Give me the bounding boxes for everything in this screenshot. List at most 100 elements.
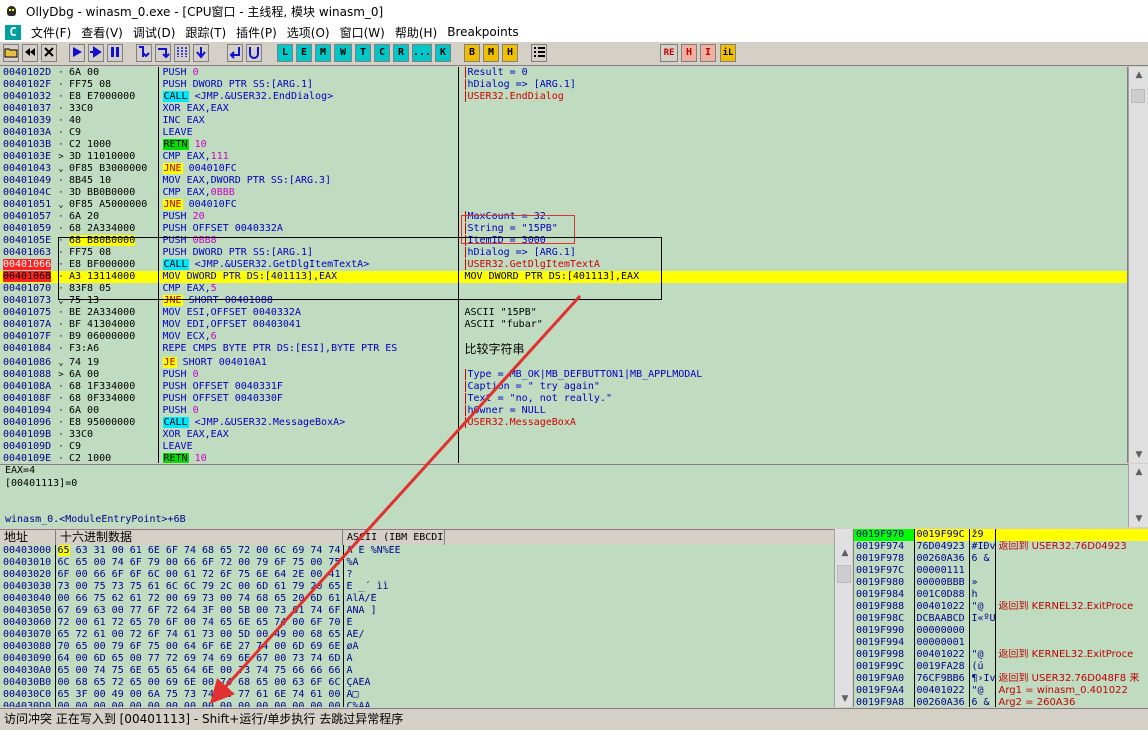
disasm-instruction[interactable]: PUSH 0BB8 <box>157 235 458 247</box>
disasm-address[interactable]: 0040105E <box>0 235 55 247</box>
stack-address[interactable]: 0019F978 <box>854 553 914 565</box>
disasm-row[interactable]: 0040102F · FF75 08 PUSH DWORD PTR SS:[ARG.1… <box>0 79 1127 91</box>
step-into-icon[interactable] <box>136 44 152 62</box>
dump-hex-bytes[interactable]: 00 68 65 72 65 00 69 6E 00 74 68 65 00 6… <box>54 677 343 689</box>
stack-address[interactable]: 0019F994 <box>854 637 914 649</box>
disasm-instruction[interactable]: CMP EAX,5 <box>157 283 458 295</box>
dump-row[interactable]: 00403040 00 66 75 62 61 72 00 69 73 00 74… <box>0 593 443 605</box>
disasm-instruction[interactable]: MOV ECX,6 <box>157 331 458 343</box>
dump-hex-bytes[interactable]: 67 69 63 00 77 6F 72 64 3F 00 5B 00 73 6… <box>54 605 343 617</box>
menu-plugins[interactable]: 插件(P) <box>231 24 282 41</box>
disasm-row[interactable]: 00401059 · 68 2A334000 PUSH OFFSET 0040332A… <box>0 223 1127 235</box>
disasm-address[interactable]: 0040109B <box>0 429 55 441</box>
call-stack-window-button[interactable]: K <box>435 44 451 62</box>
disasm-address[interactable]: 00401063 <box>0 247 55 259</box>
dump-hex-bytes[interactable]: 64 00 6D 65 00 77 72 69 74 69 6E 67 00 7… <box>54 653 343 665</box>
dump-row[interactable]: 00403030 73 00 75 73 75 61 6C 6C 79 2C 00… <box>0 581 443 593</box>
close-icon[interactable] <box>41 44 57 62</box>
disasm-row[interactable]: 0040103B · C2 1000 RETN 10 <box>0 139 1127 151</box>
disasm-instruction[interactable]: PUSH DWORD PTR SS:[ARG.1] <box>157 247 458 259</box>
menu-breakpoints[interactable]: Breakpoints <box>442 25 523 39</box>
disasm-instruction[interactable]: MOV ESI,OFFSET 0040332A <box>157 307 458 319</box>
disasm-row[interactable]: 0040107A · BF 41304000 MOV EDI,OFFSET 00403… <box>0 319 1127 331</box>
disasm-instruction[interactable]: PUSH OFFSET 0040331F <box>157 381 458 393</box>
stack-address[interactable]: 0019F970 <box>854 529 914 541</box>
stack-row[interactable]: 0019F998 00401022 "@ 返回到 KERNEL32.ExitProce <box>854 649 1148 661</box>
stack-value[interactable]: DCBAABCD <box>913 613 969 625</box>
disasm-address[interactable]: 0040102D <box>0 67 55 79</box>
dump-row[interactable]: 00403090 64 00 6D 65 00 77 72 69 74 69 6E… <box>0 653 443 665</box>
menu-debug[interactable]: 调试(D) <box>128 24 181 41</box>
disasm-row[interactable]: 00401039 · 40 INC EAX <box>0 115 1127 127</box>
disasm-row[interactable]: 00401032 · E8 E7000000 CALL <JMP.&USER32.En… <box>0 91 1127 103</box>
stack-address[interactable]: 0019F984 <box>854 589 914 601</box>
disassembly-pane[interactable]: 0040102D · 6A 00 PUSH 0 Result = 0 0040102F · F… <box>0 67 1128 463</box>
stack-row[interactable]: 0019F97C 00000111 <box>854 565 1148 577</box>
disasm-address[interactable]: 0040108A <box>0 381 55 393</box>
disasm-address[interactable]: 0040103A <box>0 127 55 139</box>
disasm-address[interactable]: 0040107A <box>0 319 55 331</box>
dump-hex-bytes[interactable]: 00 66 75 62 61 72 00 69 73 00 74 68 65 2… <box>54 593 343 605</box>
disasm-instruction[interactable]: CALL <JMP.&USER32.MessageBoxA> <box>157 417 458 429</box>
disasm-instruction[interactable]: LEAVE <box>157 441 458 453</box>
open-icon[interactable] <box>3 44 19 62</box>
dump-row[interactable]: 00403020 6F 00 66 6F 6F 6C 00 61 72 6F 75… <box>0 569 443 581</box>
disasm-row[interactable]: 0040105E · 68 B80B0000 PUSH 0BB8 ItemID = 30… <box>0 235 1127 247</box>
dump-address[interactable]: 004030A0 <box>0 665 55 677</box>
disasm-instruction[interactable]: XOR EAX,EAX <box>157 103 458 115</box>
disasm-address[interactable]: 00401096 <box>0 417 55 429</box>
dump-address[interactable]: 00403030 <box>0 581 55 593</box>
disasm-instruction[interactable]: CMP EAX,111 <box>157 151 458 163</box>
disasm-row[interactable]: 00401049 · 8B45 10 MOV EAX,DWORD PTR SS:[AR… <box>0 175 1127 187</box>
disasm-row[interactable]: 00401096 · E8 95000000 CALL <JMP.&USER32.Me… <box>0 417 1127 429</box>
disasm-instruction[interactable]: PUSH OFFSET 0040330F <box>157 393 458 405</box>
disasm-instruction[interactable]: MOV EDI,OFFSET 00403041 <box>157 319 458 331</box>
modules-window-button[interactable]: E <box>296 44 312 62</box>
dump-address[interactable]: 00403000 <box>0 545 55 557</box>
disasm-row[interactable]: 00401094 · 6A 00 PUSH 0 hOwner = NULL <box>0 405 1127 417</box>
disassembly-scrollbar[interactable]: ▲ ▼ <box>1128 67 1148 463</box>
dump-hex-bytes[interactable]: 6F 00 66 6F 6F 6C 00 61 72 6F 75 6E 64 2… <box>54 569 343 581</box>
disasm-instruction[interactable]: JNE 004010FC <box>157 199 458 211</box>
disasm-row[interactable]: 00401070 · 83F8 05 CMP EAX,5 <box>0 283 1127 295</box>
dump-scroll-thumb[interactable] <box>837 565 851 583</box>
disasm-address[interactable]: 00401088 <box>0 369 55 381</box>
disasm-instruction[interactable]: MOV EAX,DWORD PTR SS:[ARG.3] <box>157 175 458 187</box>
disasm-row[interactable]: 00401075 · BE 2A334000 MOV ESI,OFFSET 00403… <box>0 307 1127 319</box>
stack-value[interactable]: 76CF9BB6 <box>913 673 969 685</box>
dump-address[interactable]: 00403010 <box>0 557 55 569</box>
stack-value[interactable]: 00000BBB <box>913 577 969 589</box>
disasm-row[interactable]: 00401043 ⌄ 0F85 B3000000 JNE 004010FC <box>0 163 1127 175</box>
disasm-row[interactable]: 0040102D · 6A 00 PUSH 0 Result = 0 <box>0 67 1127 79</box>
disasm-instruction[interactable]: PUSH DWORD PTR SS:[ARG.1] <box>157 79 458 91</box>
menu-help[interactable]: 帮助(H) <box>390 24 442 41</box>
references-window-button[interactable]: R <box>393 44 409 62</box>
disasm-instruction[interactable]: MOV DWORD PTR DS:[401113],EAX <box>157 271 458 283</box>
disasm-address[interactable]: 00401059 <box>0 223 55 235</box>
disasm-instruction[interactable]: PUSH OFFSET 0040332A <box>157 223 458 235</box>
stack-value[interactable]: 00000111 <box>913 565 969 577</box>
stack-row[interactable]: 0019F978 00260A36 6 & <box>854 553 1148 565</box>
menu-file[interactable]: 文件(F) <box>26 24 76 41</box>
pause-icon[interactable] <box>107 44 123 62</box>
disasm-address[interactable]: 0040102F <box>0 79 55 91</box>
stack-value[interactable]: 76D04923 <box>913 541 969 553</box>
disasm-instruction[interactable]: PUSH 0 <box>157 369 458 381</box>
stack-row[interactable]: 0019F984 001C0D88 h <box>854 589 1148 601</box>
disasm-address[interactable]: 00401043 <box>0 163 55 175</box>
windows-window-button[interactable]: W <box>334 44 352 62</box>
stack-address[interactable]: 0019F9A8 <box>854 697 914 707</box>
disasm-row[interactable]: 0040109E · C2 1000 RETN 10 <box>0 453 1127 463</box>
stack-value[interactable]: 00260A36 <box>913 697 969 707</box>
dump-row[interactable]: 00403000 65 63 31 00 61 6E 6F 74 68 65 72… <box>0 545 443 557</box>
plugin-i-button[interactable]: I <box>700 44 716 62</box>
stack-value[interactable]: 00260A36 <box>913 553 969 565</box>
disasm-row[interactable]: 0040109D · C9 LEAVE <box>0 441 1127 453</box>
disasm-row[interactable]: 0040109B · 33C0 XOR EAX,EAX <box>0 429 1127 441</box>
dump-address[interactable]: 004030C0 <box>0 689 55 701</box>
memory-window-button[interactable]: M <box>315 44 331 62</box>
menu-options[interactable]: 选项(O) <box>282 24 335 41</box>
dump-hex-bytes[interactable]: 6C 65 00 74 6F 79 00 66 6F 72 00 79 6F 7… <box>54 557 343 569</box>
disasm-instruction[interactable]: PUSH 0 <box>157 67 458 79</box>
plugin-h-button[interactable]: H <box>681 44 697 62</box>
